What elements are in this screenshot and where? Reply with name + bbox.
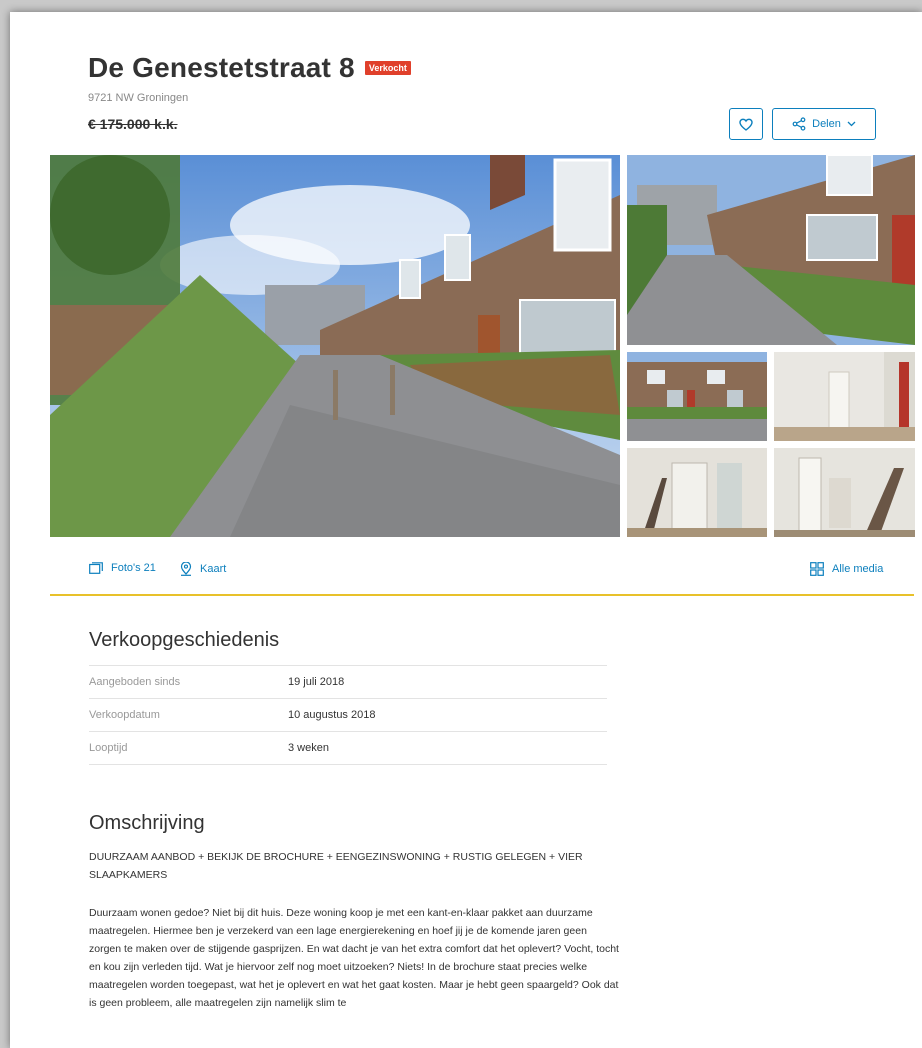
history-title: Verkoopgeschiedenis xyxy=(89,629,280,651)
history-label: Verkoopdatum xyxy=(89,698,288,732)
photos-link[interactable]: Foto's 21 xyxy=(89,562,156,574)
table-row: Aangeboden sinds 19 juli 2018 xyxy=(89,665,607,699)
share-button[interactable]: Delen xyxy=(772,108,876,140)
main-photo[interactable] xyxy=(50,155,620,537)
photo-thumb-3[interactable] xyxy=(774,352,915,441)
history-label: Aangeboden sinds xyxy=(89,665,288,699)
description-body: Duurzaam wonen gedoe? Niet bij dit huis.… xyxy=(89,907,619,1009)
history-value: 3 weken xyxy=(288,731,607,765)
page-title: De Genestetstraat 8 xyxy=(88,52,355,83)
history-table: Aangeboden sinds 19 juli 2018 Verkoopdat… xyxy=(89,665,607,765)
share-icon xyxy=(792,117,806,131)
photos-label: Foto's 21 xyxy=(111,562,156,574)
table-row: Verkoopdatum 10 augustus 2018 xyxy=(89,698,607,732)
listing-page: De Genestetstraat 8 Verkocht 9721 NW Gro… xyxy=(10,12,922,1048)
map-pin-icon xyxy=(180,562,192,576)
table-row: Looptijd 3 weken xyxy=(89,731,607,765)
map-link[interactable]: Kaart xyxy=(180,562,226,576)
map-label: Kaart xyxy=(200,563,227,575)
photo-thumb-1[interactable] xyxy=(627,155,915,345)
media-bar: Foto's 21 Kaart Alle media xyxy=(50,548,914,596)
photo-thumb-2[interactable] xyxy=(627,352,767,441)
status-badge: Verkocht xyxy=(364,61,411,75)
grid-icon xyxy=(810,562,824,576)
photo-thumb-5[interactable] xyxy=(774,448,915,537)
history-label: Looptijd xyxy=(89,731,288,765)
photos-icon xyxy=(89,562,103,574)
description-headline: DUURZAAM AANBOD + BEKIJK DE BROCHURE + E… xyxy=(89,851,583,881)
photo-thumb-4[interactable] xyxy=(627,448,767,537)
address: 9721 NW Groningen xyxy=(88,92,189,104)
all-media-link[interactable]: Alle media xyxy=(810,562,883,576)
description-title: Omschrijving xyxy=(89,812,205,834)
share-label: Delen xyxy=(812,118,841,130)
favorite-button[interactable] xyxy=(729,108,763,140)
chevron-down-icon xyxy=(847,121,856,127)
all-media-label: Alle media xyxy=(832,563,884,575)
heart-icon xyxy=(739,118,753,131)
history-value: 10 augustus 2018 xyxy=(288,698,607,732)
price: € 175.000 k.k. xyxy=(88,116,178,132)
history-value: 19 juli 2018 xyxy=(288,665,607,699)
title-row: De Genestetstraat 8 Verkocht xyxy=(88,52,411,84)
